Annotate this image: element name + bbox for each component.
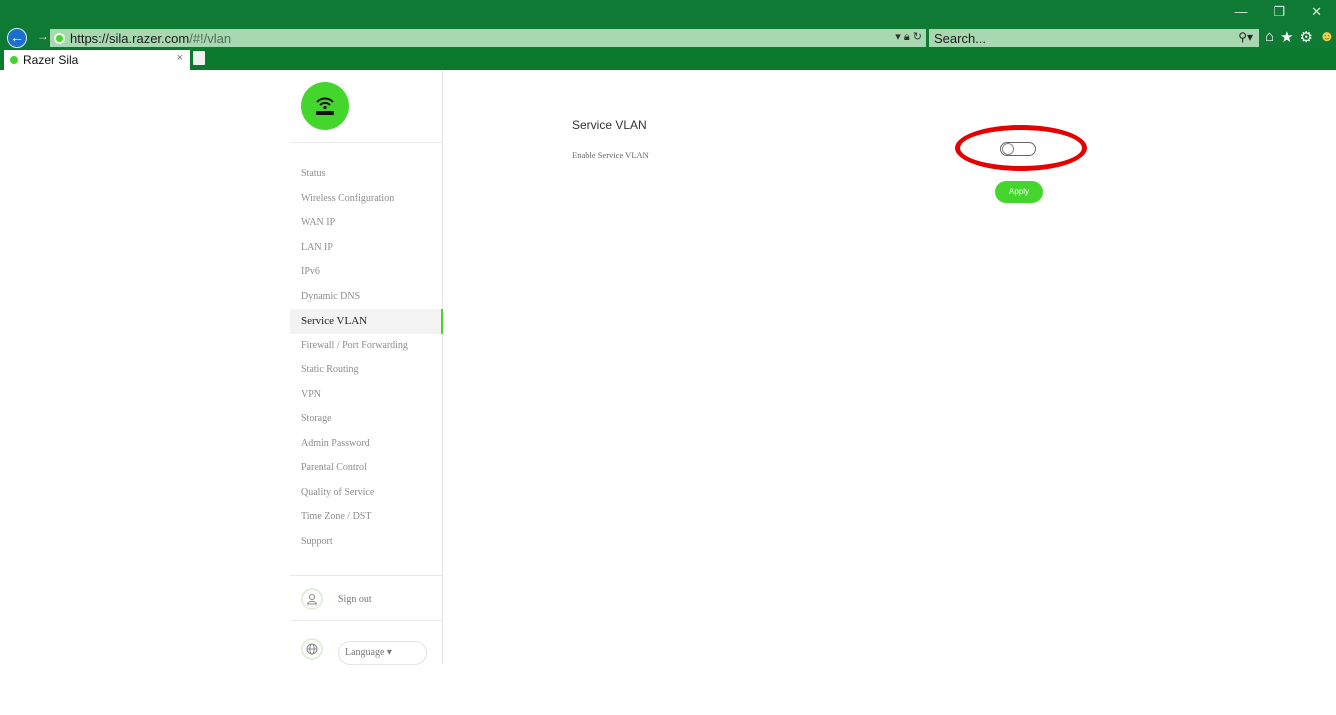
sidebar-item-admin-password[interactable]: Admin Password bbox=[290, 432, 443, 457]
dropdown-icon[interactable]: ▾ bbox=[895, 31, 901, 43]
gear-icon[interactable]: ⚙ bbox=[1300, 28, 1313, 46]
sidebar-item-parental-control[interactable]: Parental Control bbox=[290, 456, 443, 481]
site-favicon-icon bbox=[54, 32, 65, 44]
enable-service-vlan-toggle[interactable] bbox=[1000, 142, 1036, 156]
sidebar-item-wan-ip[interactable]: WAN IP bbox=[290, 211, 443, 236]
toggle-knob bbox=[1002, 143, 1014, 155]
close-window-icon[interactable]: ✕ bbox=[1311, 4, 1322, 20]
search-input[interactable]: Search... ⚲▾ bbox=[929, 29, 1259, 47]
divider bbox=[290, 620, 442, 621]
apply-button[interactable]: Apply bbox=[995, 181, 1043, 203]
sign-out-label: Sign out bbox=[338, 593, 372, 605]
restore-icon[interactable]: ❐ bbox=[1273, 4, 1285, 20]
user-icon bbox=[301, 588, 323, 610]
sidebar-item-service-vlan[interactable]: Service VLAN bbox=[290, 309, 443, 334]
sidebar-item-storage[interactable]: Storage bbox=[290, 407, 443, 432]
sidebar-item-lan-ip[interactable]: LAN IP bbox=[290, 236, 443, 261]
refresh-icon[interactable]: ↻ bbox=[913, 31, 922, 43]
globe-icon bbox=[301, 638, 323, 660]
sidebar-item-vpn[interactable]: VPN bbox=[290, 383, 443, 408]
forward-button[interactable]: → bbox=[37, 29, 49, 43]
sidebar-item-firewall-port-forwarding[interactable]: Firewall / Port Forwarding bbox=[290, 334, 443, 359]
feedback-smiley-icon[interactable]: ☻ bbox=[1319, 28, 1335, 46]
lock-icon[interactable]: 🔒︎ bbox=[904, 31, 910, 43]
sidebar-item-ipv6[interactable]: IPv6 bbox=[290, 260, 443, 285]
search-placeholder: Search... bbox=[934, 30, 987, 46]
sidebar-item-quality-of-service[interactable]: Quality of Service bbox=[290, 481, 443, 506]
sidebar-item-support[interactable]: Support bbox=[290, 530, 443, 555]
language-select[interactable]: Language ▾ bbox=[338, 641, 427, 665]
url-host: https://sila.razer.com bbox=[70, 30, 190, 46]
tab-favicon-icon bbox=[10, 56, 18, 64]
sidebar: Status Wireless Configuration WAN IP LAN… bbox=[290, 70, 443, 665]
home-icon[interactable]: ⌂ bbox=[1265, 28, 1274, 46]
browser-tab[interactable]: Razer Sila × bbox=[4, 50, 190, 70]
router-logo bbox=[301, 82, 349, 130]
minimize-icon[interactable]: — bbox=[1234, 4, 1247, 20]
url-path: /#!/vlan bbox=[189, 30, 232, 46]
sidebar-item-static-routing[interactable]: Static Routing bbox=[290, 358, 443, 383]
back-button[interactable]: ← bbox=[7, 28, 27, 48]
divider bbox=[290, 142, 442, 143]
browser-chrome: — ❐ ✕ ← → https://sila.razer.com/#!/vlan… bbox=[0, 0, 1336, 48]
tab-title: Razer Sila bbox=[23, 53, 79, 67]
sidebar-item-wireless-configuration[interactable]: Wireless Configuration bbox=[290, 187, 443, 212]
page-title: Service VLAN bbox=[572, 118, 647, 132]
sidebar-nav: Status Wireless Configuration WAN IP LAN… bbox=[290, 162, 443, 554]
window-controls: — ❐ ✕ bbox=[1234, 4, 1322, 20]
close-tab-icon[interactable]: × bbox=[177, 52, 183, 64]
search-icon[interactable]: ⚲▾ bbox=[1238, 30, 1253, 44]
browser-toolbar: ⌂ ★ ⚙ ☻ bbox=[1265, 28, 1335, 46]
sidebar-item-status[interactable]: Status bbox=[290, 162, 443, 187]
address-bar[interactable]: https://sila.razer.com/#!/vlan ▾ 🔒︎ ↻ bbox=[50, 29, 926, 47]
router-wifi-icon bbox=[316, 97, 334, 115]
sign-out-button[interactable]: Sign out bbox=[301, 588, 372, 610]
new-tab-button[interactable] bbox=[193, 51, 205, 65]
enable-service-vlan-label: Enable Service VLAN bbox=[572, 150, 649, 160]
divider bbox=[290, 575, 442, 576]
sidebar-item-dynamic-dns[interactable]: Dynamic DNS bbox=[290, 285, 443, 310]
sidebar-item-time-zone-dst[interactable]: Time Zone / DST bbox=[290, 505, 443, 530]
favorites-star-icon[interactable]: ★ bbox=[1280, 28, 1293, 46]
address-bar-icons: ▾ 🔒︎ ↻ bbox=[895, 30, 922, 44]
